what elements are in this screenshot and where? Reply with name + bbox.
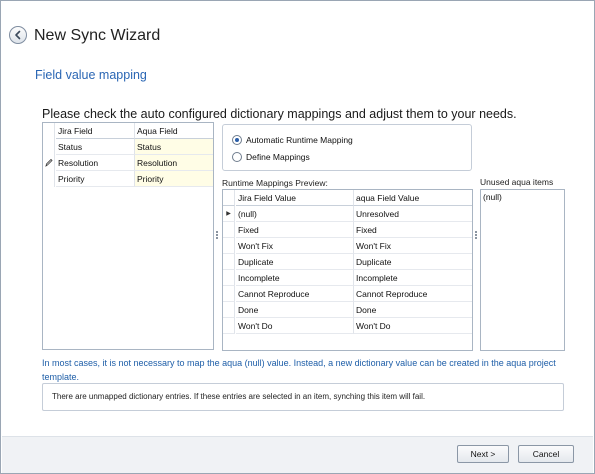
aqua-value-cell[interactable]: Cannot Reproduce [354,286,472,302]
next-button[interactable]: Next > [457,445,509,463]
row-indicator [223,254,235,270]
jira-value-cell[interactable]: Incomplete [236,270,354,286]
table-row[interactable]: Status Status [43,139,213,155]
aqua-value-cell[interactable]: Won't Do [354,318,472,334]
row-indicator [223,302,235,318]
runtime-grid-header: Jira Field Value aqua Field Value [223,190,472,206]
list-item[interactable]: (null) [483,191,502,203]
runtime-preview-label: Runtime Mappings Preview: [222,178,328,188]
wizard-window: New Sync Wizard Field value mapping Plea… [0,0,595,474]
jira-value-cell[interactable]: Duplicate [236,254,354,270]
define-mappings-radio[interactable] [232,152,242,162]
table-row[interactable]: Priority Priority [43,171,213,187]
column-header-jira-field[interactable]: Jira Field [56,123,135,139]
row-indicator [223,318,235,334]
dictionary-grid-header: Jira Field Aqua Field [43,123,213,139]
aqua-field-cell[interactable]: Status [135,139,213,155]
table-row[interactable]: Incomplete Incomplete [223,270,472,286]
back-button[interactable] [9,26,27,44]
table-row[interactable]: Duplicate Duplicate [223,254,472,270]
unused-items-label: Unused aqua items [480,177,554,187]
jira-value-cell[interactable]: Cannot Reproduce [236,286,354,302]
aqua-value-cell[interactable]: Won't Fix [354,238,472,254]
column-header-aqua-field[interactable]: Aqua Field [135,123,213,139]
row-indicator [43,171,55,187]
automatic-mapping-radio-option[interactable]: Automatic Runtime Mapping [232,133,353,147]
aqua-value-cell[interactable]: Fixed [354,222,472,238]
row-indicator [223,270,235,286]
automatic-mapping-label[interactable]: Automatic Runtime Mapping [246,135,353,145]
aqua-value-cell[interactable]: Unresolved [354,206,472,222]
dictionary-field-grid[interactable]: Jira Field Aqua Field Status Status Reso… [42,122,214,350]
jira-value-cell[interactable]: Fixed [236,222,354,238]
page-title: Field value mapping [35,68,147,82]
row-indicator [223,286,235,302]
column-header-jira-field-value[interactable]: Jira Field Value [236,190,354,206]
aqua-value-cell[interactable]: Done [354,302,472,318]
row-indicator [43,155,55,171]
define-mappings-label[interactable]: Define Mappings [246,152,310,162]
row-indicator [223,222,235,238]
define-mappings-radio-option[interactable]: Define Mappings [232,150,310,164]
row-indicator [223,190,235,206]
table-row[interactable]: Done Done [223,302,472,318]
table-row[interactable]: Won't Do Won't Do [223,318,472,334]
jira-value-cell[interactable]: Done [236,302,354,318]
table-row[interactable]: Resolution Resolution [43,155,213,171]
row-indicator [223,238,235,254]
unused-items-list[interactable]: (null) [480,189,565,351]
wizard-header: New Sync Wizard [2,2,593,48]
jira-field-cell[interactable]: Status [56,139,135,155]
table-row[interactable]: Won't Fix Won't Fix [223,238,472,254]
warning-message-box: There are unmapped dictionary entries. I… [42,383,564,411]
aqua-field-cell[interactable]: Priority [135,171,213,187]
pencil-icon [45,158,53,167]
jira-value-cell[interactable]: Won't Fix [236,238,354,254]
splitter-handle-left[interactable] [216,231,219,243]
jira-field-cell[interactable]: Resolution [56,155,135,171]
splitter-handle-right[interactable] [475,231,478,243]
jira-value-cell[interactable]: (null) [236,206,354,222]
row-indicator [43,139,55,155]
window-title: New Sync Wizard [34,27,161,44]
table-row[interactable]: Fixed Fixed [223,222,472,238]
arrow-left-icon [15,30,21,40]
table-row[interactable]: ▶ (null) Unresolved [223,206,472,222]
table-row[interactable]: Cannot Reproduce Cannot Reproduce [223,286,472,302]
column-header-aqua-field-value[interactable]: aqua Field Value [354,190,472,206]
aqua-value-cell[interactable]: Duplicate [354,254,472,270]
null-value-note: In most cases, it is not necessary to ma… [42,358,556,382]
jira-field-cell[interactable]: Priority [56,171,135,187]
warning-text: There are unmapped dictionary entries. I… [52,392,426,401]
wizard-footer: Next > Cancel [2,436,593,473]
row-indicator [43,123,55,139]
aqua-value-cell[interactable]: Incomplete [354,270,472,286]
instructions-text: Please check the auto configured diction… [42,107,517,121]
aqua-field-cell[interactable]: Resolution [135,155,213,171]
runtime-mappings-grid[interactable]: Jira Field Value aqua Field Value ▶ (nul… [222,189,473,351]
current-row-icon: ▶ [223,206,235,222]
automatic-mapping-radio[interactable] [232,135,242,145]
jira-value-cell[interactable]: Won't Do [236,318,354,334]
cancel-button[interactable]: Cancel [518,445,574,463]
mapping-options-group: Automatic Runtime Mapping Define Mapping… [222,124,472,171]
